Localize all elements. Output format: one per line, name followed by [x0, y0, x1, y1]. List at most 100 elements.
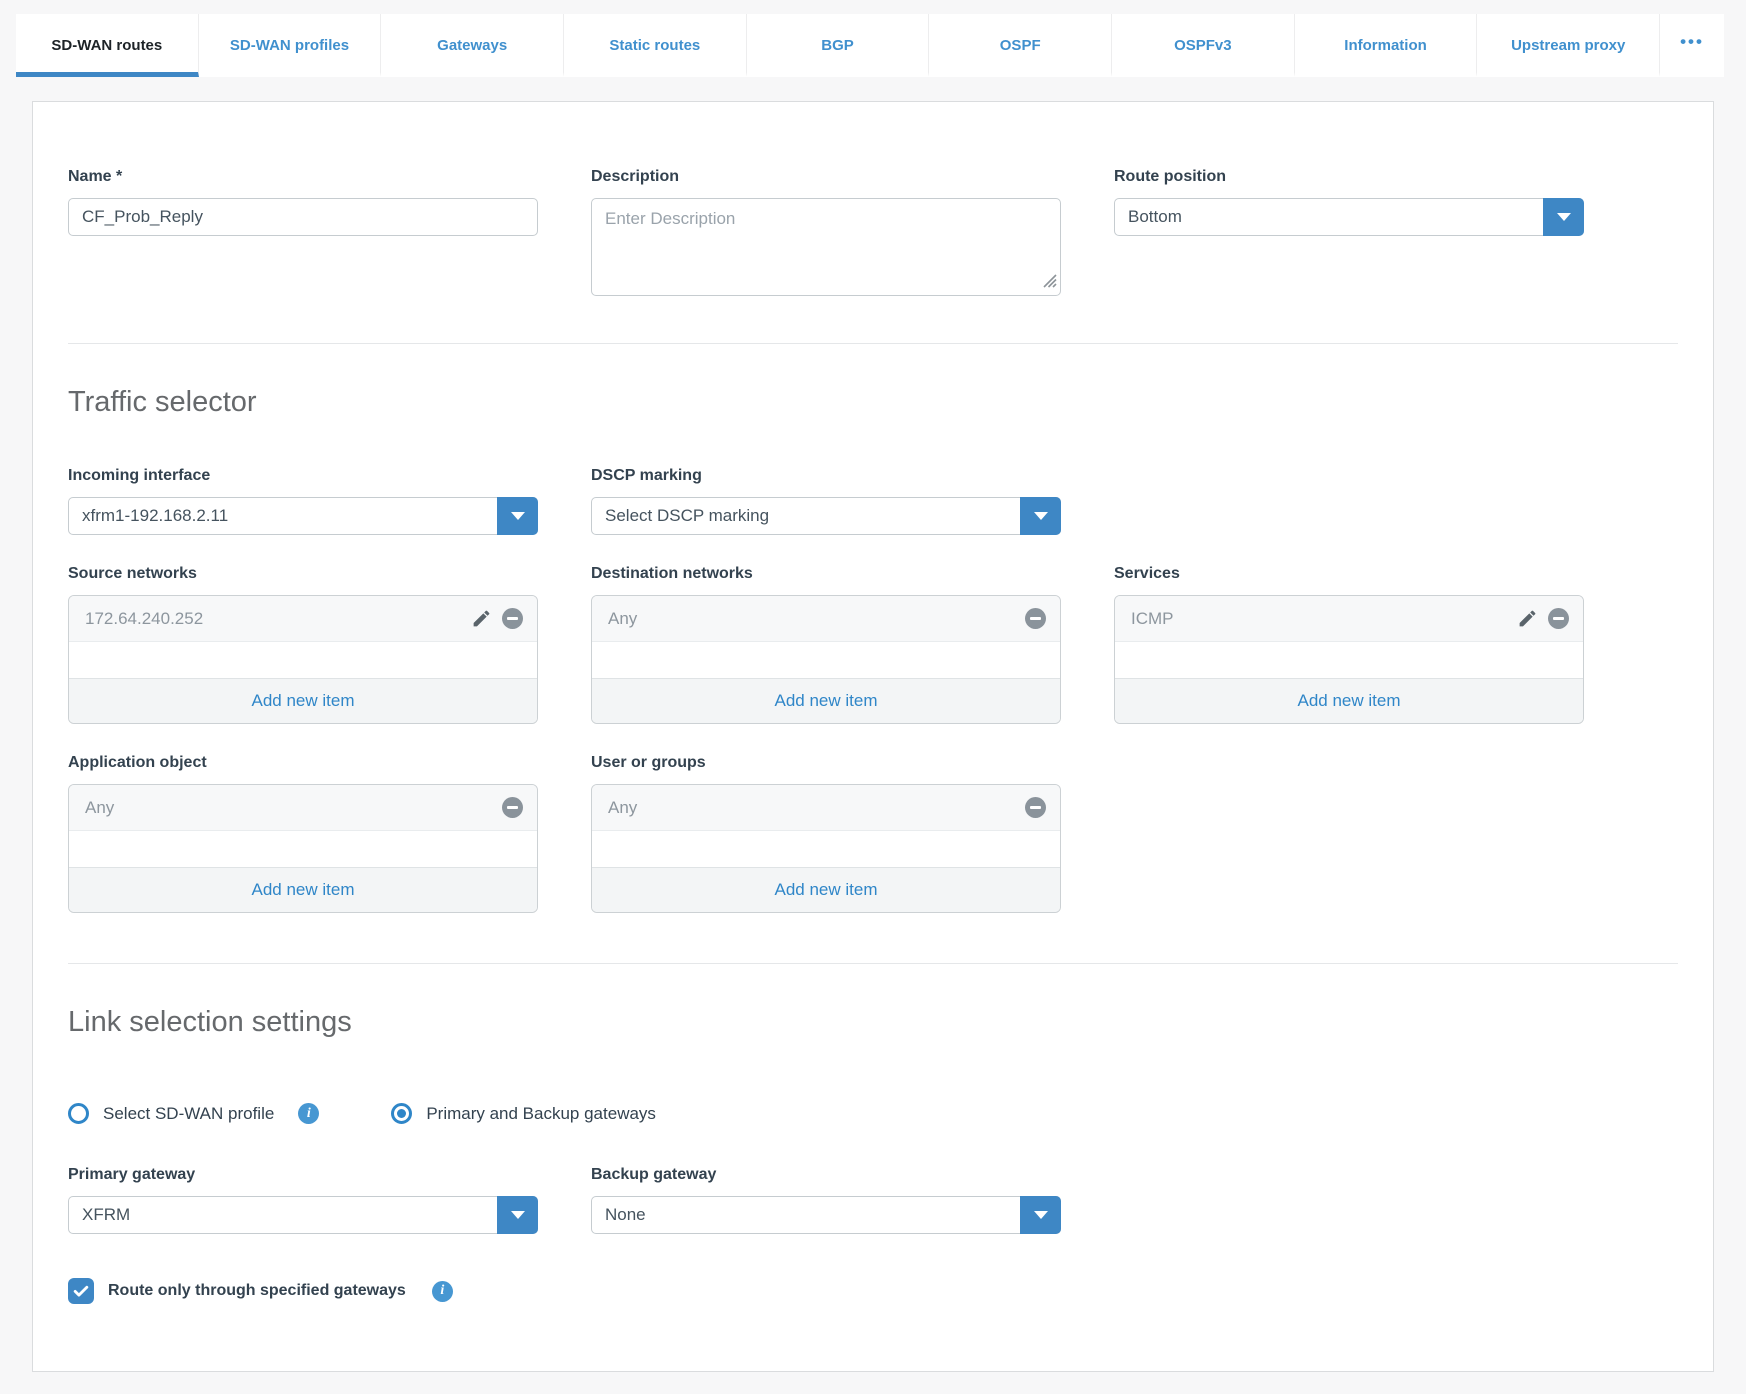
primary-gateway-field-group: Primary gateway XFRM [68, 1166, 538, 1234]
description-textarea[interactable] [591, 198, 1061, 296]
list-item: ICMP [1115, 596, 1583, 642]
remove-item-icon[interactable] [1548, 608, 1569, 629]
radio-selected-icon[interactable] [391, 1103, 413, 1124]
remove-item-icon[interactable] [1025, 608, 1046, 629]
route-only-checkbox[interactable] [68, 1278, 94, 1304]
application-object-item-text: Any [85, 797, 115, 817]
tab-bar: SD-WAN routes SD-WAN profiles Gateways S… [16, 14, 1724, 77]
route-position-label: Route position [1114, 168, 1226, 185]
name-label: Name * [68, 168, 123, 185]
dscp-marking-field-group: DSCP marking Select DSCP marking [591, 467, 1061, 535]
primary-gateway-select[interactable]: XFRM [68, 1196, 538, 1234]
destination-networks-label: Destination networks [591, 565, 753, 582]
source-network-item-text: 172.64.240.252 [85, 608, 204, 628]
list-item: Any [69, 785, 537, 831]
user-or-groups-field-group: User or groups Any Add new item [591, 754, 1061, 913]
backup-gateway-value: None [605, 1205, 646, 1224]
source-networks-add-button[interactable]: Add new item [69, 678, 537, 723]
description-field-group: Description [591, 168, 1061, 301]
edit-pencil-icon[interactable] [1517, 608, 1538, 629]
name-field-group: Name * [68, 168, 538, 236]
tab-static-routes[interactable]: Static routes [564, 14, 747, 77]
backup-gateway-select[interactable]: None [591, 1196, 1061, 1234]
radio-select-sdwan-profile[interactable]: Select SD-WAN profile [68, 1103, 274, 1124]
source-networks-label: Source networks [68, 565, 197, 582]
primary-gateway-value: XFRM [82, 1205, 131, 1224]
chevron-down-icon [1033, 512, 1048, 520]
route-position-field-group: Route position Bottom [1114, 168, 1584, 236]
name-input[interactable] [68, 198, 538, 236]
radio-select-sdwan-profile-label: Select SD-WAN profile [103, 1103, 275, 1123]
chevron-down-icon [510, 1211, 525, 1219]
tab-upstream-proxy[interactable]: Upstream proxy [1477, 14, 1661, 77]
services-list: ICMP Add new item [1114, 595, 1584, 724]
traffic-selector-heading: Traffic selector [68, 386, 257, 418]
info-icon[interactable]: i [431, 1280, 453, 1302]
tab-bgp[interactable]: BGP [747, 14, 930, 77]
tab-ospf[interactable]: OSPF [929, 14, 1113, 77]
destination-networks-field-group: Destination networks Any Add new item [591, 565, 1061, 724]
route-position-value: Bottom [1128, 207, 1182, 226]
chevron-down-icon [1556, 213, 1571, 221]
remove-item-icon[interactable] [1025, 797, 1046, 818]
description-label: Description [591, 168, 680, 185]
application-object-add-button[interactable]: Add new item [69, 867, 537, 912]
route-position-select[interactable]: Bottom [1114, 198, 1584, 236]
route-only-checkbox-label: Route only through specified gateways [108, 1282, 406, 1299]
dscp-marking-select[interactable]: Select DSCP marking [591, 497, 1061, 535]
dscp-marking-dropdown-button[interactable] [1020, 497, 1061, 535]
list-item: Any [592, 596, 1060, 642]
application-object-label: Application object [68, 754, 207, 771]
source-networks-list: 172.64.240.252 Add new item [68, 595, 538, 724]
radio-primary-backup-gateways-label: Primary and Backup gateways [426, 1103, 656, 1123]
incoming-interface-label: Incoming interface [68, 467, 211, 484]
incoming-interface-dropdown-button[interactable] [497, 497, 538, 535]
destination-network-item-text: Any [608, 608, 638, 628]
sdwan-route-form-panel: Name * Description Route position Bottom [32, 101, 1714, 1372]
route-position-dropdown-button[interactable] [1543, 198, 1584, 236]
backup-gateway-label: Backup gateway [591, 1166, 717, 1183]
list-empty-area [592, 831, 1060, 867]
primary-gateway-dropdown-button[interactable] [497, 1196, 538, 1234]
user-or-groups-add-button[interactable]: Add new item [592, 867, 1060, 912]
radio-unselected-icon[interactable] [68, 1103, 89, 1124]
checkmark-icon [73, 1285, 89, 1297]
tab-gateways[interactable]: Gateways [381, 14, 565, 77]
primary-gateway-label: Primary gateway [68, 1166, 196, 1183]
tab-information[interactable]: Information [1295, 14, 1478, 77]
dscp-marking-value: Select DSCP marking [605, 506, 770, 525]
user-or-groups-list: Any Add new item [591, 784, 1061, 913]
services-add-button[interactable]: Add new item [1115, 678, 1583, 723]
incoming-interface-select[interactable]: xfrm1-192.168.2.11 [68, 497, 538, 535]
radio-primary-backup-gateways[interactable]: Primary and Backup gateways [391, 1103, 656, 1124]
service-item-text: ICMP [1131, 608, 1174, 628]
list-empty-area [69, 642, 537, 678]
resize-handle-icon[interactable] [1042, 273, 1057, 293]
remove-item-icon[interactable] [502, 797, 523, 818]
backup-gateway-dropdown-button[interactable] [1020, 1196, 1061, 1234]
incoming-interface-value: xfrm1-192.168.2.11 [82, 506, 229, 525]
info-icon[interactable]: i [298, 1103, 320, 1124]
application-object-list: Any Add new item [68, 784, 538, 913]
remove-item-icon[interactable] [502, 608, 523, 629]
source-networks-field-group: Source networks 172.64.240.252 Add new i… [68, 565, 538, 724]
dscp-marking-label: DSCP marking [591, 467, 702, 484]
incoming-interface-field-group: Incoming interface xfrm1-192.168.2.11 [68, 467, 538, 535]
tab-sdwan-profiles[interactable]: SD-WAN profiles [199, 14, 382, 77]
list-item: Any [592, 785, 1060, 831]
tab-more-ellipsis[interactable]: ••• [1660, 14, 1724, 77]
chevron-down-icon [510, 512, 525, 520]
backup-gateway-field-group: Backup gateway None [591, 1166, 1061, 1234]
destination-networks-add-button[interactable]: Add new item [592, 678, 1060, 723]
list-empty-area [69, 831, 537, 867]
tab-ospfv3[interactable]: OSPFv3 [1112, 14, 1295, 77]
application-object-field-group: Application object Any Add new item [68, 754, 538, 913]
link-selection-settings-heading: Link selection settings [68, 1006, 352, 1038]
edit-pencil-icon[interactable] [471, 608, 492, 629]
section-divider [68, 963, 1678, 964]
chevron-down-icon [1033, 1211, 1048, 1219]
list-empty-area [592, 642, 1060, 678]
services-label: Services [1114, 565, 1180, 582]
tab-sdwan-routes[interactable]: SD-WAN routes [16, 14, 199, 77]
list-item: 172.64.240.252 [69, 596, 537, 642]
